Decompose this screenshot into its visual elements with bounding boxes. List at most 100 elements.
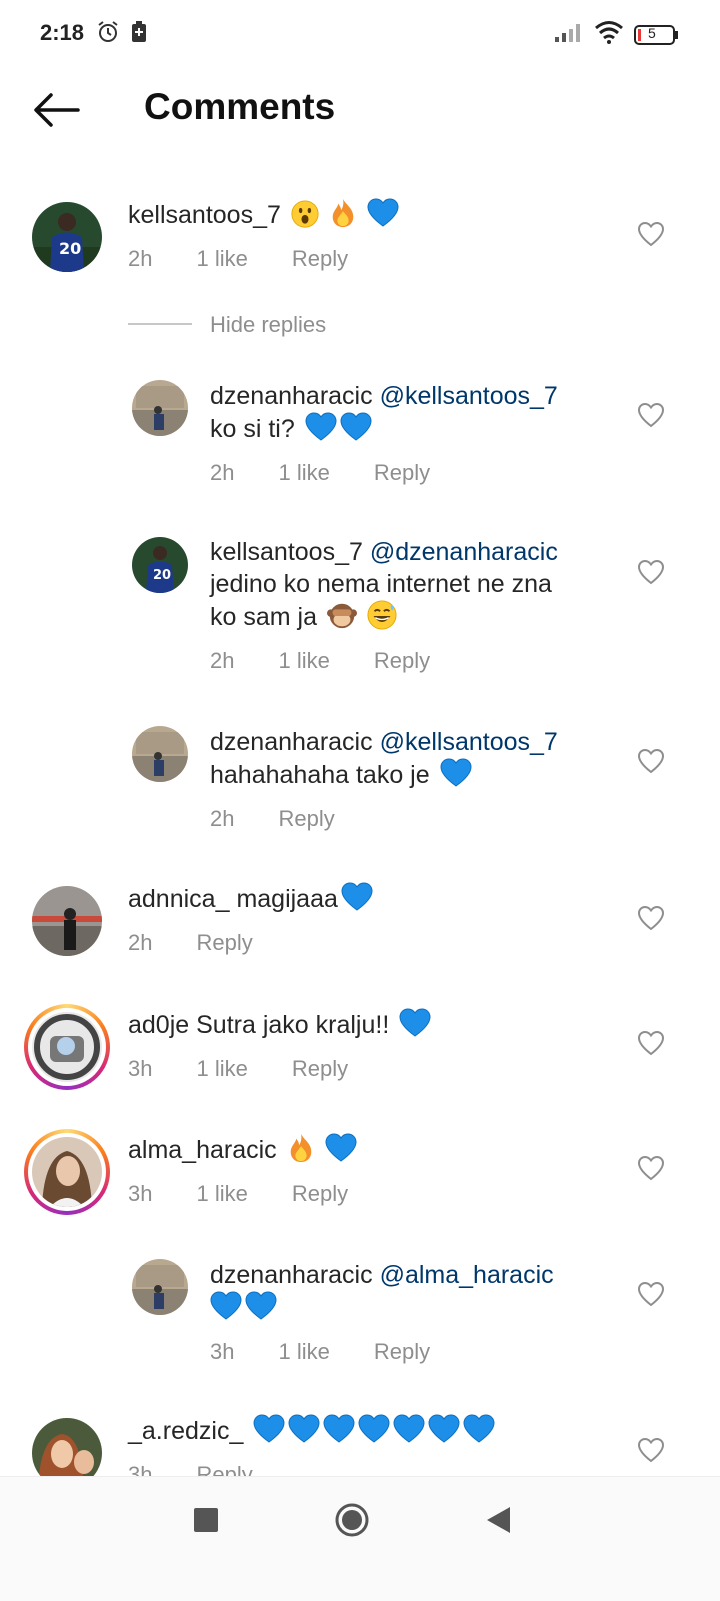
home-circle-icon[interactable] [335,1503,369,1537]
blue-heart-emoji-icon [305,412,337,442]
blue-heart-emoji-icon [210,1291,242,1321]
svg-text:20: 20 [59,239,81,258]
comment-likes[interactable]: 1 like [196,1181,247,1207]
comment-text: kellsantoos_7 [128,198,399,231]
comment-body: ko sam ja [210,600,397,633]
comment-username[interactable]: adnnica_ [128,885,229,913]
see-no-evil-monkey-emoji-icon [327,600,357,630]
reply-button[interactable]: Reply [374,1339,430,1365]
comment-body-text: ko sam ja [210,603,317,631]
like-heart-button[interactable] [637,905,665,936]
blue-heart-emoji-icon [399,1008,431,1038]
heart-outline-icon [637,559,665,585]
back-triangle-icon[interactable] [484,1505,512,1540]
avatar[interactable]: 20 [32,202,102,272]
comment-time: 2h [210,806,235,831]
comment-username[interactable]: ad0je [128,1011,189,1039]
blue-heart-emoji-icon [358,1414,390,1444]
battery-icon: 5 [634,24,680,46]
comment-likes[interactable]: 1 like [278,460,329,486]
avatar[interactable] [32,886,102,956]
comment-body-text: magijaaa [236,885,338,913]
like-heart-button[interactable] [637,402,665,433]
comment-username[interactable]: dzenanharacic [210,728,373,756]
comment-mention[interactable]: @kellsantoos_7 [380,382,558,410]
avatar-story-ring[interactable] [24,1129,110,1215]
comment-username[interactable]: alma_haracic [128,1136,277,1164]
comment-username[interactable]: dzenanharacic [210,1261,373,1289]
blue-heart-emoji-icon [428,1414,460,1444]
comment-likes[interactable]: 1 like [278,648,329,674]
reply-button[interactable]: Reply [374,460,430,486]
comment-likes[interactable]: 1 like [278,1339,329,1365]
avatar[interactable] [132,1259,188,1315]
comment-meta: 2h Reply [210,806,379,832]
comment-time: 2h [128,246,153,271]
hide-replies-button[interactable]: Hide replies [210,312,326,338]
comment-username[interactable]: _a.redzic_ [128,1417,243,1445]
avatar-story-ring[interactable] [24,1004,110,1090]
reply-button[interactable]: Reply [374,648,430,674]
comment-mention[interactable]: @kellsantoos_7 [380,728,558,756]
reply-button[interactable]: Reply [196,930,252,956]
comment-text: dzenanharacic @alma_haracic [210,1259,554,1291]
recents-square-icon[interactable] [194,1508,218,1532]
battery-level: 5 [648,24,656,41]
comment-time: 2h [128,930,153,955]
status-right-icons: 5 [554,20,680,49]
like-heart-button[interactable] [637,559,665,590]
like-heart-button[interactable] [637,1155,665,1186]
like-heart-button[interactable] [637,221,665,252]
status-left-icons [96,20,148,49]
heart-outline-icon [637,748,665,774]
blue-heart-emoji-icon [253,1414,285,1444]
blue-heart-emoji-icon [341,882,373,912]
avatar[interactable] [132,380,188,436]
back-button[interactable] [28,88,84,136]
blue-heart-emoji-icon [463,1414,495,1444]
comment-text: dzenanharacic @kellsantoos_7 [210,380,558,412]
comment-mention[interactable]: @alma_haracic [380,1261,554,1289]
status-time: 2:18 [40,20,85,45]
comment-body-text: hahahahaha tako je [210,761,430,789]
reply-button[interactable]: Reply [292,1056,348,1082]
blue-heart-emoji-icon [245,1291,277,1321]
comment-text: adnnica_ magijaaa [128,882,373,915]
arrow-left-icon [32,92,80,133]
wifi-icon [594,20,624,49]
comment-meta: 3h 1 like Reply [210,1339,474,1365]
like-heart-button[interactable] [637,1281,665,1312]
comment-meta: 2h 1 like Reply [210,460,474,486]
like-heart-button[interactable] [637,1437,665,1468]
comment-body-text: Sutra jako kralju!! [196,1011,390,1039]
reply-button[interactable]: Reply [278,806,334,832]
blue-heart-emoji-icon [288,1414,320,1444]
avatar [32,1137,102,1207]
avatar[interactable]: 20 [132,537,188,593]
heart-outline-icon [637,905,665,931]
comment-time: 3h [210,1339,235,1364]
comment-mention[interactable]: @dzenanharacic [370,538,558,566]
comment-text: ad0je Sutra jako kralju!! [128,1008,431,1041]
like-heart-button[interactable] [637,748,665,779]
blue-heart-emoji-icon [323,1414,355,1444]
signal-icon [554,21,584,48]
heart-outline-icon [637,221,665,247]
svg-text:20: 20 [153,568,171,583]
avatar[interactable] [132,726,188,782]
blue-heart-emoji-icon [393,1414,425,1444]
system-navbar [0,1476,720,1601]
like-heart-button[interactable] [637,1030,665,1061]
comment-body [210,1291,277,1324]
comment-meta: 2h 1 like Reply [210,648,474,674]
comment-username[interactable]: kellsantoos_7 [210,538,363,566]
reply-button[interactable]: Reply [292,1181,348,1207]
comment-username[interactable]: dzenanharacic [210,382,373,410]
comment-username[interactable]: kellsantoos_7 [128,201,281,229]
blue-heart-emoji-icon [325,1133,357,1163]
fire-emoji-icon [329,198,357,228]
comment-meta: 3h 1 like Reply [128,1181,392,1207]
reply-button[interactable]: Reply [292,246,348,272]
comment-likes[interactable]: 1 like [196,1056,247,1082]
comment-likes[interactable]: 1 like [196,246,247,272]
